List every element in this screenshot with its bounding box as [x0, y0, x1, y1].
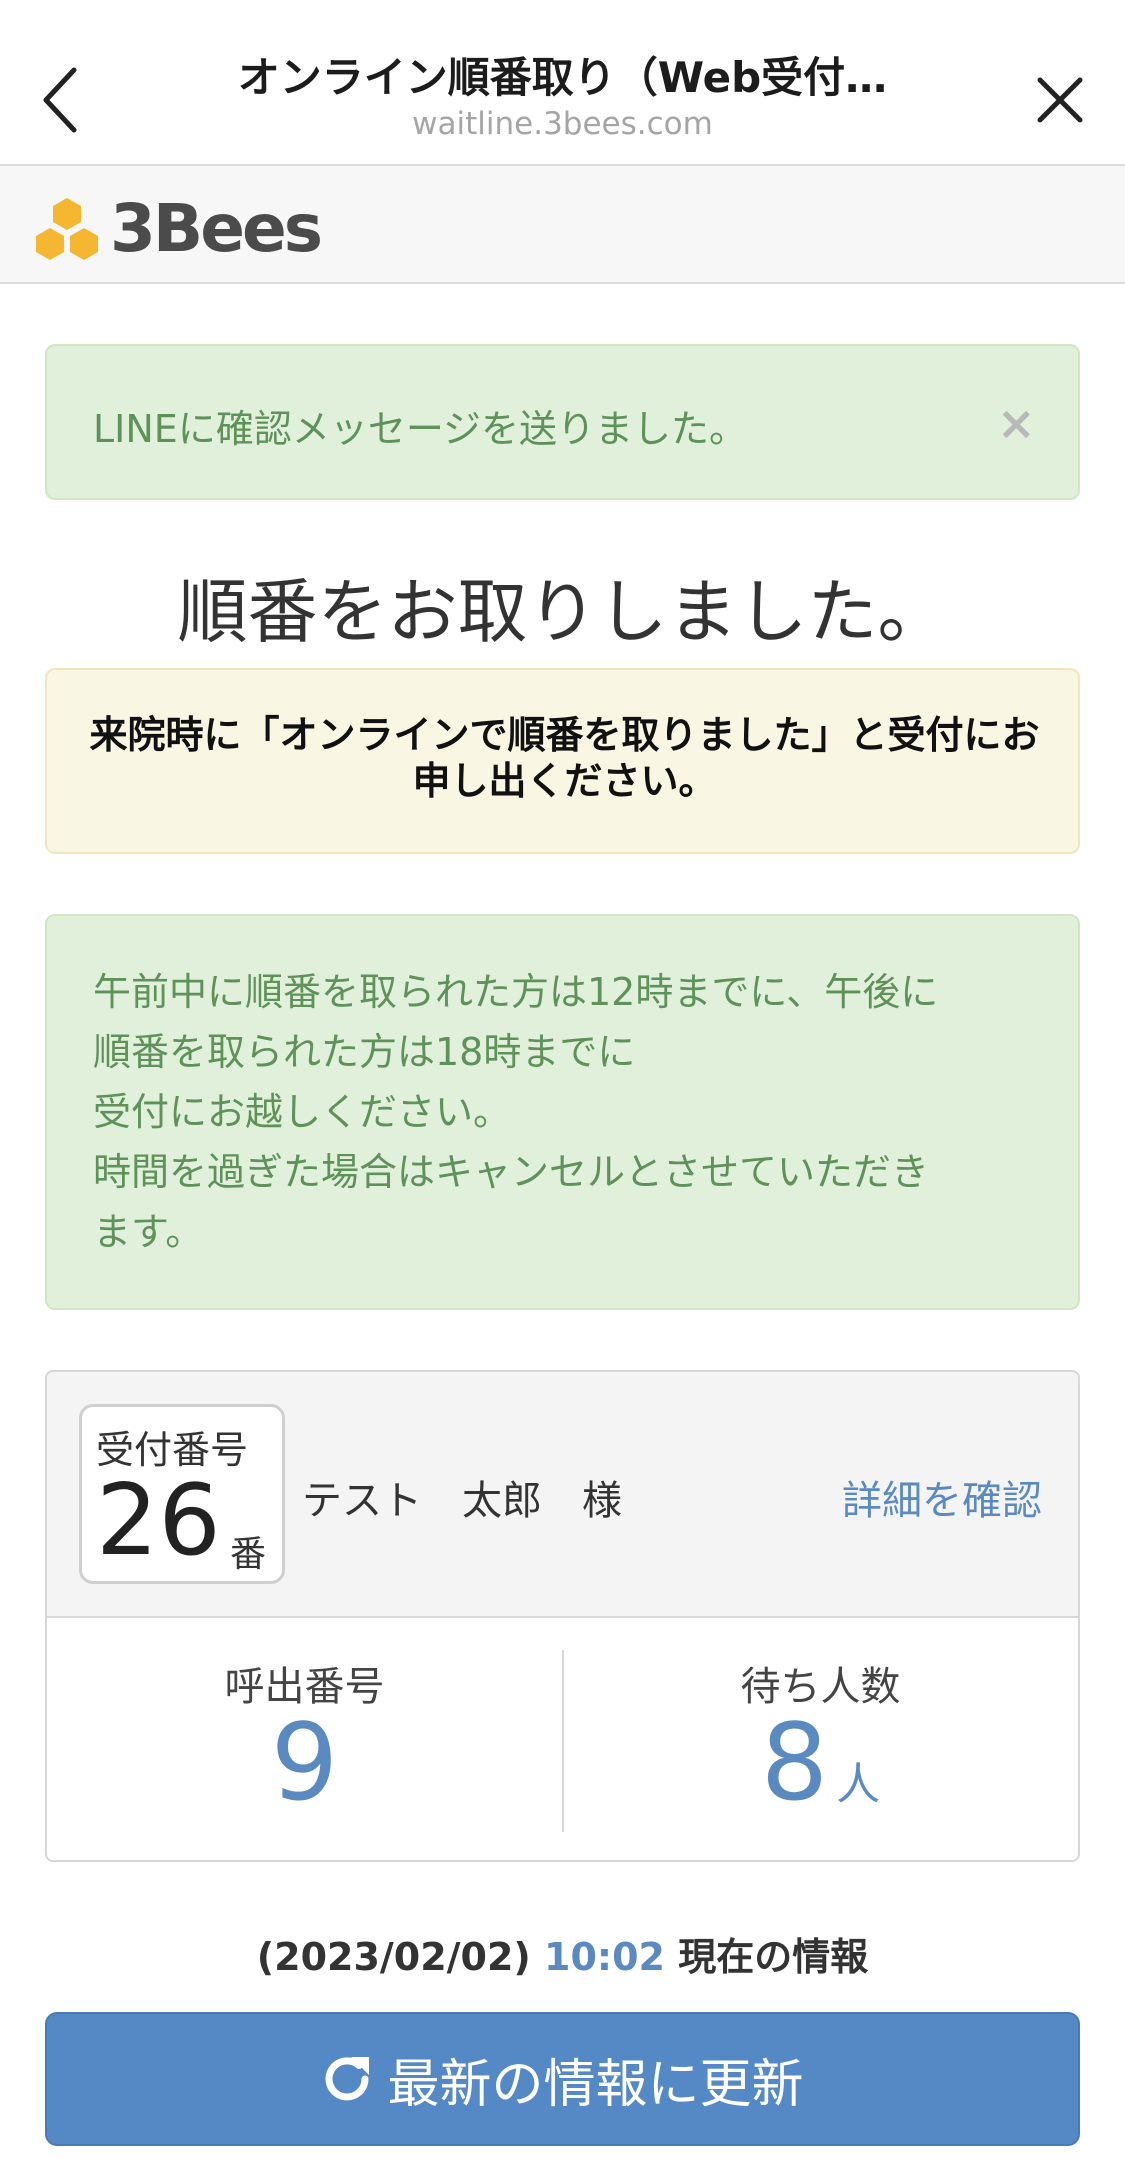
waiting-count-panel: 待ち人数 8人 [563, 1618, 1078, 1860]
info-line: 午前中に順番を取られた方は12時までに、午後に [93, 970, 939, 1014]
waiting-count-value: 8人 [563, 1698, 1078, 1850]
reception-card-header: 受付番号 26 番 テスト 太郎 様 詳細を確認 [47, 1372, 1078, 1618]
call-number: 9 [270, 1701, 339, 1824]
brand-header: 3Bees [0, 164, 1125, 284]
honeycomb-logo-icon [36, 198, 98, 260]
reception-number: 26 [96, 1464, 221, 1578]
info-line: 順番を取られた方は18時までに [93, 1030, 636, 1074]
info-line: 受付にお越しください。 [93, 1090, 512, 1134]
timestamp-date: (2023/02/02) [256, 1935, 531, 1979]
deadline-info-text: 午前中に順番を取られた方は12時までに、午後に 順番を取られた方は18時までに … [93, 962, 1053, 1262]
main-title: 順番をお取りしました。 [177, 571, 948, 653]
info-line: ます。 [93, 1210, 204, 1254]
waiting-count-unit: 人 [836, 1759, 881, 1810]
line-confirmation-message: LINEに確認メッセージを送りました。 [93, 407, 748, 451]
refresh-button[interactable]: 最新の情報に更新 [45, 2012, 1080, 2146]
info-line: 時間を過ぎた場合はキャンセルとさせていただき [93, 1150, 930, 1194]
view-details-link[interactable]: 詳細を確認 [842, 1468, 1042, 1526]
refresh-icon [326, 2057, 370, 2101]
close-icon[interactable] [1030, 70, 1090, 130]
reception-number-unit: 番 [230, 1534, 267, 1575]
waiting-count: 8 [760, 1701, 829, 1824]
brand-name: 3Bees [110, 190, 323, 267]
back-chevron-icon[interactable] [36, 62, 86, 138]
reception-number-box: 受付番号 26 番 [79, 1404, 285, 1584]
timestamp-suffix: 現在の情報 [678, 1935, 869, 1979]
arrival-notice: 来院時に「オンラインで順番を取りました」と受付にお申し出ください。 [45, 668, 1080, 854]
alert-close-icon[interactable]: × [997, 396, 1036, 450]
deadline-info-alert: 午前中に順番を取られた方は12時までに、午後に 順番を取られた方は18時までに … [45, 914, 1080, 1310]
reception-card: 受付番号 26 番 テスト 太郎 様 詳細を確認 呼出番号 9 待ち人数 8人 [45, 1370, 1080, 1862]
timestamp-time: 10:02 [544, 1935, 665, 1979]
page-url: waitline.3bees.com [412, 106, 713, 142]
navigation-bar: オンライン順番取り（Web受付… waitline.3bees.com [0, 0, 1125, 164]
info-timestamp: (2023/02/02) 10:02 現在の情報 [0, 1926, 1125, 1981]
call-number-value: 9 [47, 1698, 562, 1828]
call-number-panel: 呼出番号 9 [47, 1618, 562, 1860]
arrival-notice-text: 来院時に「オンラインで順番を取りました」と受付にお申し出ください。 [89, 713, 1040, 803]
line-confirmation-alert: LINEに確認メッセージを送りました。 × [45, 344, 1080, 500]
page-title: オンライン順番取り（Web受付… [237, 53, 888, 102]
patient-name: テスト 太郎 様 [302, 1478, 622, 1524]
refresh-button-label: 最新の情報に更新 [387, 2054, 804, 2115]
